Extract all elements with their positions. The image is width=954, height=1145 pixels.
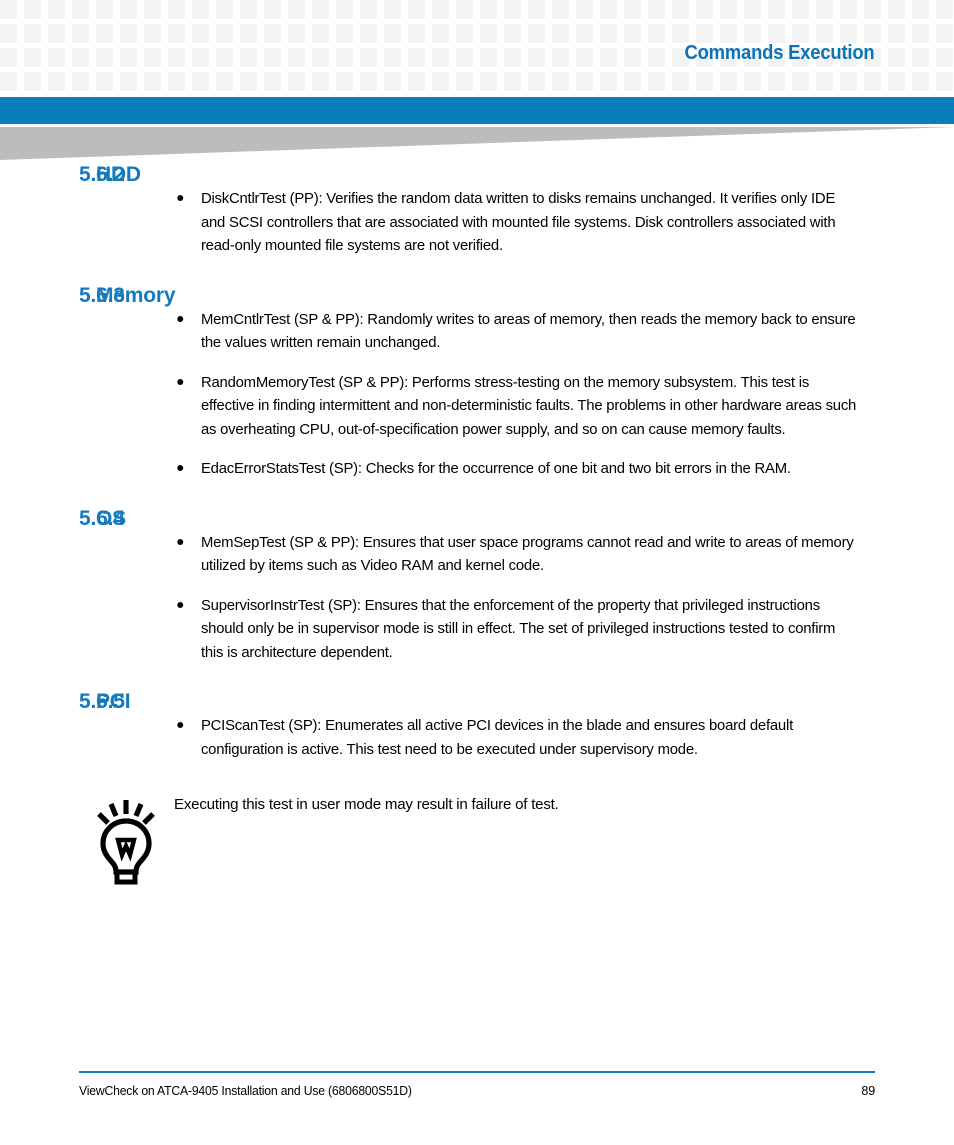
section-number: 5.6.4 — [79, 506, 125, 530]
bullet-dot-icon — [177, 601, 184, 608]
header-gray-wedge — [0, 127, 954, 160]
bullet-dot-icon — [177, 378, 184, 385]
bullet-dot-icon — [177, 465, 184, 471]
tip-note: Executing this test in user mode may res… — [0, 791, 954, 885]
section-heading-pci: 5.6.5 PCI — [0, 690, 954, 714]
list-item-text: DiskCntlrTest (PP): Verifies the random … — [200, 190, 836, 254]
lightbulb-tip-icon — [97, 800, 155, 885]
list-item-text: MemCntlrTest (SP & PP): Randomly writes … — [200, 310, 856, 352]
bullet-dot-icon — [177, 315, 184, 322]
list-item: SupervisorInstrTest (SP): Ensures that t… — [0, 594, 940, 665]
section-title: HDD — [96, 163, 141, 186]
list-item: MemSepTest (SP & PP): Ensures that user … — [0, 531, 940, 578]
footer-row: ViewCheck on ATCA-9405 Installation and … — [79, 1084, 875, 1098]
list-item-text: SupervisorInstrTest (SP): Ensures that t… — [200, 596, 836, 661]
list-item-text: EdacErrorStatsTest (SP): Checks for the … — [200, 460, 791, 477]
section-number: 5.6.5 — [79, 690, 125, 713]
list-item-text: MemSepTest (SP & PP): Ensures that user … — [200, 533, 854, 575]
list-item: EdacErrorStatsTest (SP): Checks for the … — [0, 457, 940, 481]
section-hdd: 5.6.2 HDD DiskCntlrTest (PP): Verifies t… — [0, 163, 954, 258]
section-heading-memory: 5.6.3 Memory — [0, 284, 954, 308]
section-memory: 5.6.3 Memory MemCntlrTest (SP & PP): Ran… — [0, 284, 954, 481]
bullet-dot-icon — [177, 538, 184, 545]
section-title: PCI — [96, 690, 131, 713]
list-item: MemCntlrTest (SP & PP): Randomly writes … — [0, 308, 940, 355]
section-title: OS — [96, 506, 126, 530]
bullet-list-pci: PCIScanTest (SP): Enumerates all active … — [0, 714, 954, 761]
section-title: Memory — [96, 283, 176, 307]
list-item-text: PCIScanTest (SP): Enumerates all active … — [200, 717, 793, 758]
bullet-list-memory: MemCntlrTest (SP & PP): Randomly writes … — [0, 308, 954, 481]
list-item: PCIScanTest (SP): Enumerates all active … — [0, 714, 940, 761]
list-item: DiskCntlrTest (PP): Verifies the random … — [0, 187, 940, 258]
section-number: 5.6.2 — [79, 163, 125, 186]
page-content: 5.6.2 HDD DiskCntlrTest (PP): Verifies t… — [0, 163, 954, 885]
footer-page-number: 89 — [861, 1084, 875, 1098]
running-header-title: Commands Execution — [684, 42, 874, 64]
section-os: 5.6.4 OS MemSepTest (SP & PP): Ensures t… — [0, 507, 954, 665]
bullet-list-os: MemSepTest (SP & PP): Ensures that user … — [0, 531, 954, 665]
section-number: 5.6.3 — [79, 283, 125, 307]
section-pci: 5.6.5 PCI PCIScanTest (SP): Enumerates a… — [0, 690, 954, 761]
page-footer: ViewCheck on ATCA-9405 Installation and … — [79, 1071, 875, 1111]
header-blue-bar — [0, 97, 954, 124]
section-heading-hdd: 5.6.2 HDD — [0, 163, 954, 187]
section-heading-os: 5.6.4 OS — [0, 507, 954, 531]
footer-rule — [79, 1071, 875, 1073]
tip-note-text: Executing this test in user mode may res… — [174, 796, 559, 813]
list-item: RandomMemoryTest (SP & PP): Performs str… — [0, 371, 940, 442]
bullet-dot-icon — [177, 722, 184, 728]
page-header: Commands Execution — [0, 0, 954, 160]
bullet-list-hdd: DiskCntlrTest (PP): Verifies the random … — [0, 187, 954, 258]
bullet-dot-icon — [177, 195, 184, 201]
list-item-text: RandomMemoryTest (SP & PP): Performs str… — [200, 373, 857, 438]
footer-document-title: ViewCheck on ATCA-9405 Installation and … — [79, 1084, 412, 1098]
